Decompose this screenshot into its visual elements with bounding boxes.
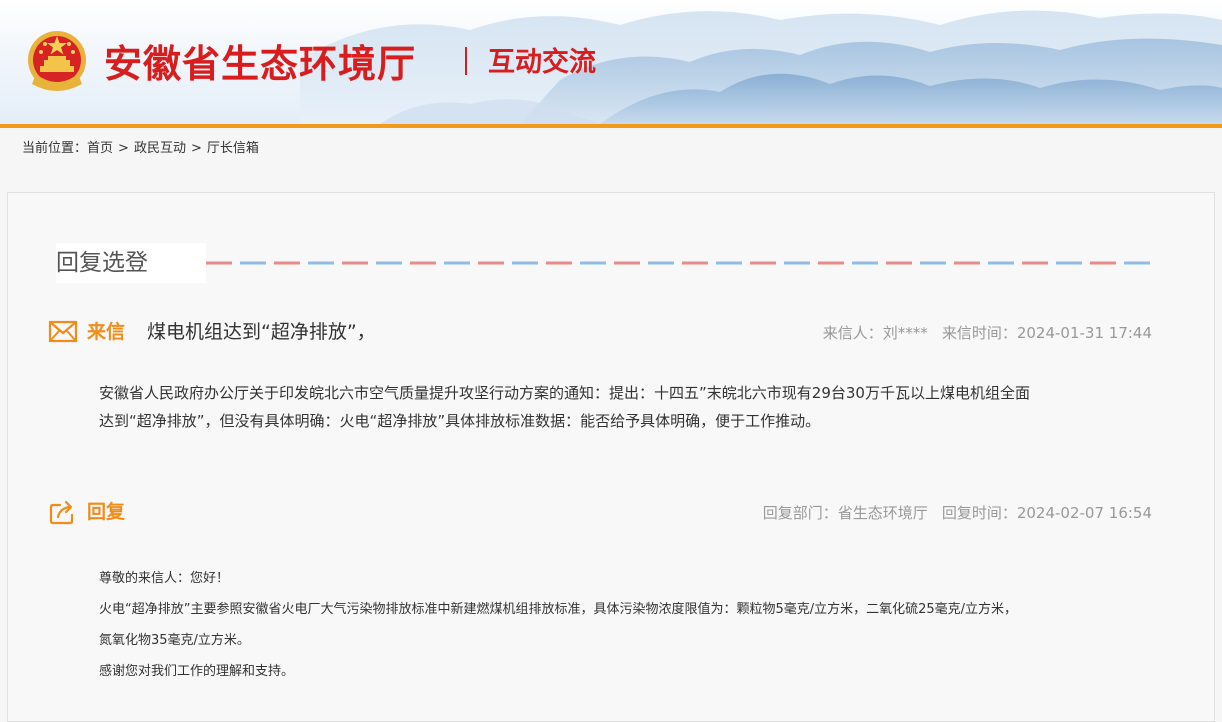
reply-dept: 省生态环境厅 bbox=[837, 504, 928, 522]
reply-paragraph: 尊敬的来信人：您好！ bbox=[99, 571, 230, 586]
breadcrumb: 当前位置：首页 > 政民互动 > 厅长信箱 bbox=[22, 140, 259, 158]
breadcrumb-separator: > bbox=[190, 141, 202, 156]
reply-paragraph: 感谢您对我们工作的理解和支持。 bbox=[99, 664, 295, 679]
letter-header: 来信 煤电机组达到“超净排放”， 来信人：刘**** 来信时间：2024-01-3… bbox=[48, 318, 1152, 346]
letter-label: 来信 bbox=[87, 321, 126, 343]
sender-label: 来信人： bbox=[822, 324, 883, 342]
reply-body: 尊敬的来信人：您好！ 火电“超净排放”主要参照安徽省火电厂大气污染物排放标准中新… bbox=[99, 563, 1129, 687]
panel-heading: 回复选登 bbox=[56, 243, 206, 283]
breadcrumb-separator: > bbox=[118, 141, 129, 156]
reply-dept-label: 回复部门： bbox=[762, 504, 838, 522]
letter-paragraph: 安徽省人民政府办公厅关于印发皖北六市空气质量提升攻坚行动方案的通知：提出：十四五… bbox=[99, 384, 1030, 402]
letter-body: 安徽省人民政府办公厅关于印发皖北六市空气质量提升攻坚行动方案的通知：提出：十四五… bbox=[99, 379, 1129, 435]
reply-time: 2024-02-07 16:54 bbox=[1016, 504, 1152, 522]
reply-time-label: 回复时间： bbox=[941, 504, 1017, 522]
reply-paragraph: 氮氧化物35毫克/立方米。 bbox=[99, 633, 250, 648]
airmail-dash-divider bbox=[206, 261, 1154, 265]
reply-header: 回复 回复部门：省生态环境厅 回复时间：2024-02-07 16:54 bbox=[48, 498, 1152, 526]
site-title: 安徽省生态环境厅 bbox=[104, 42, 417, 86]
breadcrumb-mailbox[interactable]: 厅长信箱 bbox=[207, 141, 259, 156]
letter-time: 2024-01-31 17:44 bbox=[1016, 324, 1152, 342]
site-header: 安徽省生态环境厅 互动交流 bbox=[0, 0, 1222, 124]
envelope-icon bbox=[48, 320, 78, 343]
reply-meta: 回复部门：省生态环境厅 回复时间：2024-02-07 16:54 bbox=[763, 502, 1152, 524]
letter-time-label: 来信时间： bbox=[941, 324, 1017, 342]
reply-paragraph: 火电“超净排放”主要参照安徽省火电厂大气污染物排放标准中新建燃煤机组排放标准，具… bbox=[99, 602, 1018, 617]
share-reply-icon bbox=[49, 500, 74, 525]
national-emblem-icon bbox=[28, 31, 86, 91]
letter-meta: 来信人：刘**** 来信时间：2024-01-31 17:44 bbox=[823, 322, 1152, 344]
letter-paragraph: 达到“超净排放”，但没有具体明确：火电“超净排放”具体排放标准数据：能否给予具体… bbox=[99, 412, 821, 430]
sender-name: 刘**** bbox=[882, 324, 928, 342]
panel-heading-text: 回复选登 bbox=[56, 250, 148, 276]
letter-subject: 煤电机组达到“超净排放”， bbox=[147, 321, 376, 343]
reply-label: 回复 bbox=[87, 501, 126, 523]
header-accent-bar bbox=[0, 124, 1222, 128]
section-title: 互动交流 bbox=[488, 47, 596, 78]
breadcrumb-interaction[interactable]: 政民互动 bbox=[134, 141, 186, 156]
breadcrumb-label: 当前位置： bbox=[22, 141, 88, 156]
title-divider bbox=[465, 47, 467, 75]
breadcrumb-home[interactable]: 首页 bbox=[87, 141, 113, 156]
